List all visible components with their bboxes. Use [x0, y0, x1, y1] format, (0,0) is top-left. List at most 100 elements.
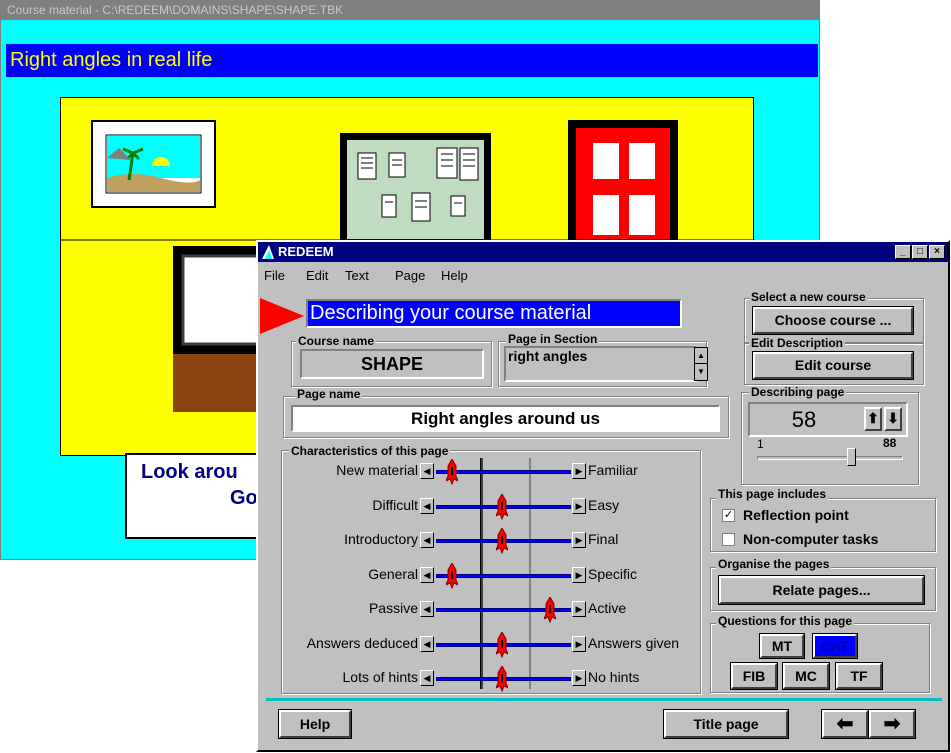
- slider-right-arrow-icon[interactable]: ▶: [572, 670, 586, 686]
- characteristic-left-label: Passive: [368, 600, 418, 616]
- rocket-icon: [445, 457, 459, 486]
- maximize-button[interactable]: □: [912, 245, 928, 259]
- menu-page[interactable]: Page: [395, 268, 425, 283]
- section-heading: Describing your course material: [306, 299, 682, 328]
- menu-help[interactable]: Help: [441, 268, 468, 283]
- previous-page-arrow-icon[interactable]: ⬅: [821, 709, 869, 739]
- slider-left-arrow-icon[interactable]: ◀: [420, 670, 434, 686]
- organise-pages-label: Organise the pages: [716, 557, 832, 571]
- course-name-value: SHAPE: [300, 349, 484, 379]
- rocket-icon: [445, 561, 459, 589]
- edit-course-button[interactable]: Edit course: [752, 351, 914, 380]
- edit-description-label: Edit Description: [749, 336, 846, 350]
- scroll-up-icon[interactable]: ▲: [695, 348, 707, 364]
- rocket-icon: [495, 630, 509, 658]
- slider-right-arrow-icon[interactable]: ▶: [572, 532, 586, 548]
- slider-rocket-marker[interactable]: [445, 457, 459, 486]
- range-min: 1: [757, 437, 764, 451]
- page-slider-thumb[interactable]: [846, 448, 856, 466]
- page-number: 58: [791, 407, 817, 432]
- page-up-arrow-icon[interactable]: ⬆: [864, 407, 882, 431]
- page-in-section-list[interactable]: right angles: [504, 346, 697, 382]
- caption-line-2: Go: [230, 487, 258, 509]
- characteristic-right-label: Answers given: [588, 634, 680, 651]
- range-max: 88: [883, 436, 897, 450]
- slider-left-arrow-icon[interactable]: ◀: [420, 463, 434, 479]
- characteristic-right-label: Specific: [588, 565, 638, 582]
- question-mt-button[interactable]: MT: [759, 633, 805, 659]
- rocket-icon: [495, 664, 509, 693]
- page-name-label: Page name: [295, 387, 363, 401]
- rocket-icon: [543, 595, 557, 624]
- slider-rocket-marker[interactable]: [495, 630, 509, 658]
- slider-rocket-marker[interactable]: [543, 595, 557, 624]
- relate-pages-button[interactable]: Relate pages...: [718, 575, 925, 605]
- scroll-down-icon[interactable]: ▼: [695, 364, 707, 380]
- characteristic-left-label: General: [368, 565, 418, 582]
- non-computer-tasks-label: Non-computer tasks: [743, 531, 879, 547]
- characteristic-right-label: Familiar: [588, 462, 638, 478]
- slider-right-arrow-icon[interactable]: ▶: [572, 497, 586, 514]
- page-in-section-value: right angles: [508, 348, 588, 364]
- question-cat-button[interactable]: CAT: [812, 633, 858, 659]
- choose-course-button[interactable]: Choose course ...: [752, 306, 914, 335]
- close-button[interactable]: ×: [929, 245, 945, 259]
- page-slider-track[interactable]: [757, 456, 903, 460]
- slider-left-arrow-icon[interactable]: ◀: [420, 566, 434, 583]
- select-course-label: Select a new course: [749, 290, 868, 304]
- question-mc-button[interactable]: MC: [782, 662, 830, 690]
- course-material-header: Right angles in real life: [6, 44, 818, 77]
- question-tf-button[interactable]: TF: [835, 662, 883, 690]
- page-in-section-label: Page in Section: [506, 332, 600, 346]
- characteristic-left-label: Answers deduced: [306, 634, 418, 651]
- describing-page-label: Describing page: [749, 385, 847, 399]
- characteristic-right-label: Final: [588, 531, 619, 547]
- characteristic-right-label: Active: [588, 600, 627, 616]
- course-name-label: Course name: [296, 334, 377, 348]
- rocket-icon: [495, 492, 509, 520]
- characteristics-label: Characteristics of this page: [289, 444, 451, 458]
- redeem-app-icon: [261, 244, 275, 260]
- help-button[interactable]: Help: [278, 709, 352, 739]
- menu-text[interactable]: Text: [345, 268, 369, 283]
- slider-rocket-marker[interactable]: [445, 561, 459, 589]
- slider-right-arrow-icon[interactable]: ▶: [572, 635, 586, 652]
- redeem-window: REDEEM _ □ × File Edit Text Page Help De…: [256, 240, 950, 752]
- characteristic-left-label: New material: [336, 462, 418, 478]
- slider-rocket-marker[interactable]: [495, 492, 509, 520]
- caption-line-1: Look arou: [141, 461, 238, 483]
- menu-file[interactable]: File: [264, 268, 285, 283]
- rocket-icon: [495, 526, 509, 555]
- characteristic-right-label: No hints: [588, 669, 640, 685]
- page-in-section-scrollbar[interactable]: ▲ ▼: [694, 347, 708, 381]
- slider-right-arrow-icon[interactable]: ▶: [572, 601, 586, 617]
- reflection-point-label: Reflection point: [743, 507, 849, 523]
- separator-line: [266, 698, 942, 701]
- slider-left-arrow-icon[interactable]: ◀: [420, 532, 434, 548]
- minimize-button[interactable]: _: [895, 245, 911, 259]
- page-name-input[interactable]: Right angles around us: [291, 405, 720, 432]
- slider-right-arrow-icon[interactable]: ▶: [572, 463, 586, 479]
- redeem-title-bar: REDEEM _ □ ×: [258, 242, 948, 262]
- slider-left-arrow-icon[interactable]: ◀: [420, 497, 434, 514]
- non-computer-tasks-checkbox[interactable]: [722, 533, 735, 546]
- page-includes-label: This page includes: [716, 487, 829, 501]
- window-title: REDEEM: [278, 244, 334, 259]
- slider-rocket-marker[interactable]: [495, 526, 509, 555]
- menu-edit[interactable]: Edit: [306, 268, 328, 283]
- slider-right-arrow-icon[interactable]: ▶: [572, 566, 586, 583]
- characteristic-left-label: Lots of hints: [342, 669, 419, 685]
- slider-rocket-marker[interactable]: [495, 664, 509, 693]
- characteristic-left-label: Difficult: [372, 496, 418, 513]
- next-page-arrow-icon[interactable]: ➡: [868, 709, 916, 739]
- slider-left-arrow-icon[interactable]: ◀: [420, 635, 434, 652]
- slider-left-arrow-icon[interactable]: ◀: [420, 601, 434, 617]
- course-material-title-bar: Course material - C:\REDEEM\DOMAINS\SHAP…: [1, 1, 819, 20]
- title-page-button[interactable]: Title page: [663, 709, 789, 739]
- characteristic-left-label: Introductory: [344, 531, 418, 547]
- page-down-arrow-icon[interactable]: ⬇: [884, 407, 902, 431]
- reflection-point-checkbox[interactable]: ✓: [722, 509, 735, 522]
- question-fib-button[interactable]: FIB: [730, 662, 778, 690]
- questions-label: Questions for this page: [716, 614, 855, 628]
- characteristic-right-label: Easy: [588, 496, 620, 513]
